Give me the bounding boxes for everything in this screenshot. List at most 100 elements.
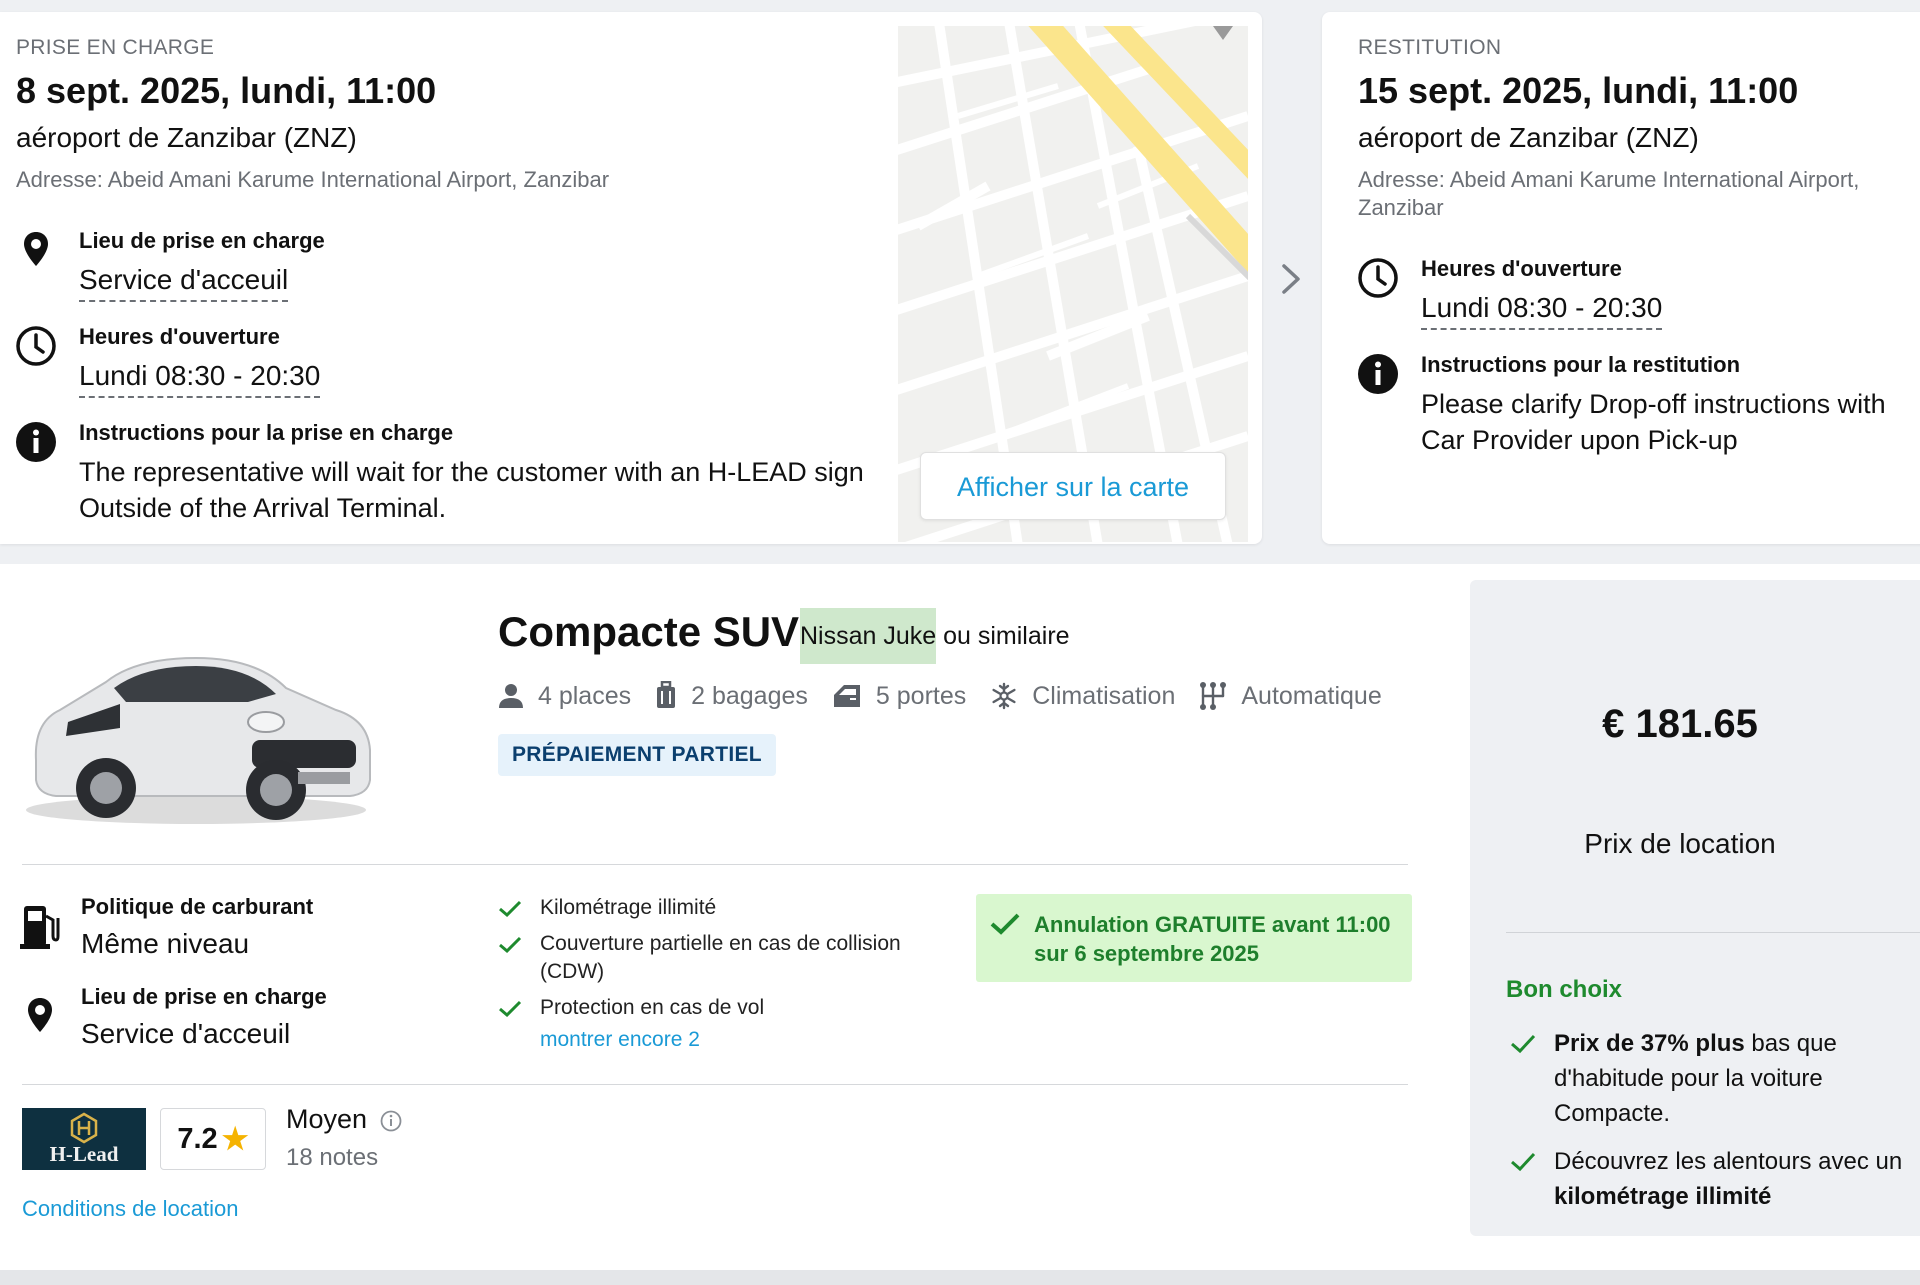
- pickup-instructions-row: Instructions pour la prise en charge The…: [16, 420, 876, 532]
- spec-bags: 2 bagages: [655, 681, 808, 711]
- return-hours-row: Heures d'ouverture Lundi 08:30 - 20:30: [1358, 256, 1920, 336]
- snowflake-icon: [992, 682, 1016, 710]
- spec-bags-label: 2 bagages: [691, 681, 808, 710]
- rating-value: 7.2: [177, 1122, 218, 1155]
- car-image: [26, 656, 371, 824]
- pickup-instructions-text: The representative will wait for the cus…: [79, 457, 864, 523]
- person-icon: [499, 684, 523, 708]
- return-card: RESTITUTION 15 sept. 2025, lundi, 11:00 …: [1322, 12, 1920, 544]
- check-icon: [990, 913, 1020, 935]
- clock-icon: [1358, 258, 1398, 298]
- fuel-policy-title: Politique de carburant: [81, 894, 314, 919]
- pickup-place-title: Lieu de prise en charge: [79, 228, 325, 253]
- check-icon: [1511, 1034, 1536, 1054]
- list-item: Protection en cas de vol: [498, 994, 928, 1022]
- gearbox-icon: [1200, 682, 1227, 710]
- offer-card: Compacte SUV Nissan Juke ou similaire 4 …: [0, 564, 1920, 1270]
- rental-price: € 181.65: [1602, 702, 1758, 746]
- luggage-icon: [657, 681, 676, 708]
- spec-transmission-label: Automatique: [1241, 681, 1382, 710]
- check-icon: [499, 936, 522, 954]
- inclusion-label: Kilométrage illimité: [540, 896, 717, 919]
- good-choice-point-bold: Prix de 37% plus: [1554, 1030, 1745, 1057]
- pickup-date: 8 sept. 2025, lundi, 11:00: [16, 70, 437, 111]
- spec-transmission: Automatique: [1199, 681, 1382, 711]
- car-specs: 4 places 2 bagages 5 portes Climatisatio…: [498, 676, 1406, 716]
- car-door-icon: [833, 685, 860, 707]
- good-choice-title: Bon choix: [1506, 976, 1623, 1003]
- return-address: Adresse: Abeid Amani Karume Internationa…: [1358, 167, 1860, 220]
- spec-doors: 5 portes: [832, 682, 966, 711]
- supplier-logo-text: H-Lead: [49, 1142, 119, 1166]
- fuel-policy-value: Même niveau: [81, 928, 250, 959]
- fuel-pump-icon: [20, 906, 60, 949]
- price-divider: [1506, 932, 1920, 933]
- pickup-hours-title: Heures d'ouverture: [79, 324, 280, 349]
- pickup-location: aéroport de Zanzibar (ZNZ): [16, 122, 357, 153]
- inclusion-label: Protection en cas de vol: [540, 996, 765, 1019]
- rating-score: 7.2 ★: [160, 1108, 266, 1170]
- chevron-right-icon[interactable]: [1278, 262, 1304, 296]
- rental-conditions-link[interactable]: Conditions de location: [22, 1196, 238, 1222]
- prepayment-badge: PRÉPAIEMENT PARTIEL: [498, 734, 776, 776]
- spec-doors-label: 5 portes: [875, 681, 967, 710]
- spec-seats: 4 places: [498, 682, 631, 711]
- spec-ac: Climatisation: [990, 682, 1175, 711]
- offer-place-value: Service d'acceuil: [81, 1018, 291, 1049]
- supplier-logo: H-Lead: [22, 1108, 146, 1170]
- inclusions-list: Kilométrage illimité Couverture partiell…: [498, 894, 928, 1030]
- rating-count: 18 notes: [286, 1144, 379, 1171]
- show-on-map-button[interactable]: Afficher sur la carte: [920, 452, 1226, 520]
- clock-icon: [16, 326, 56, 366]
- rental-price-label: Prix de location: [1584, 828, 1776, 859]
- spec-ac-label: Climatisation: [1032, 681, 1176, 710]
- pickup-address: Adresse: Abeid Amani Karume Internationa…: [16, 167, 610, 192]
- pickup-hours-value[interactable]: Lundi 08:30 - 20:30: [79, 360, 321, 398]
- good-choice-point: Prix de 37% plus bas que d'habitude pour…: [1506, 1026, 1916, 1131]
- good-choice-point-bold: kilométrage illimité: [1554, 1183, 1772, 1210]
- pickup-place-value[interactable]: Service d'acceuil: [79, 264, 289, 302]
- pickup-instructions-title: Instructions pour la prise en charge: [79, 420, 454, 445]
- return-hours-value[interactable]: Lundi 08:30 - 20:30: [1421, 292, 1663, 330]
- car-category: Compacte SUV: [498, 608, 800, 655]
- check-icon: [499, 1000, 522, 1018]
- good-choice-point-text: Découvrez les alentours avec un: [1554, 1148, 1903, 1175]
- offer-divider-bottom: [22, 1084, 1408, 1085]
- rental-offer-page: PRISE EN CHARGE 8 sept. 2025, lundi, 11:…: [0, 0, 1920, 1285]
- pickup-card: PRISE EN CHARGE 8 sept. 2025, lundi, 11:…: [0, 12, 1262, 544]
- location-pin-icon: [24, 232, 48, 266]
- pickup-hours-row: Heures d'ouverture Lundi 08:30 - 20:30: [16, 324, 876, 404]
- list-item: Couverture partielle en cas de collision…: [498, 930, 928, 986]
- return-date: 15 sept. 2025, lundi, 11:00: [1358, 70, 1799, 111]
- good-choice-point: Découvrez les alentours avec un kilométr…: [1506, 1144, 1916, 1214]
- star-icon: ★: [221, 1122, 249, 1156]
- offer-divider-top: [22, 864, 1408, 865]
- show-more-link[interactable]: montrer encore 2: [540, 1028, 700, 1052]
- bottom-strip: [0, 1270, 1920, 1285]
- price-panel: € 181.65 Prix de location Bon choix Prix…: [1470, 580, 1920, 1236]
- info-icon: [1358, 354, 1398, 394]
- return-hours-title: Heures d'ouverture: [1421, 256, 1622, 281]
- free-cancellation-notice: Annulation GRATUITE avant 11:00 sur 6 se…: [976, 894, 1412, 982]
- rating-label: Moyen: [286, 1104, 368, 1134]
- offer-place-title: Lieu de prise en charge: [81, 984, 327, 1009]
- check-icon: [1511, 1152, 1536, 1172]
- return-instructions-title: Instructions pour la restitution: [1421, 352, 1741, 377]
- pickup-place-row: Lieu de prise en charge Service d'acceui…: [16, 228, 876, 308]
- pickup-map[interactable]: Afficher sur la carte: [898, 26, 1248, 542]
- car-model-line: Nissan Juke ou similaire: [800, 608, 1070, 664]
- return-section-label: RESTITUTION: [1358, 36, 1502, 59]
- location-pin-icon: [28, 998, 52, 1032]
- return-instructions-text: Please clarify Drop-off instructions wit…: [1421, 389, 1886, 455]
- info-icon: [16, 422, 56, 462]
- inclusion-label: Couverture partielle en cas de collision…: [540, 932, 901, 983]
- check-icon: [499, 900, 522, 918]
- cancellation-text: Annulation GRATUITE avant 11:00 sur 6 se…: [1034, 912, 1391, 966]
- return-instructions-row: Instructions pour la restitution Please …: [1358, 352, 1920, 464]
- spec-seats-label: 4 places: [538, 681, 632, 710]
- pickup-section-label: PRISE EN CHARGE: [16, 36, 215, 59]
- car-model-suffix: ou similaire: [936, 622, 1070, 650]
- return-location: aéroport de Zanzibar (ZNZ): [1358, 122, 1699, 153]
- info-outline-icon[interactable]: [380, 1110, 402, 1132]
- car-model: Nissan Juke: [800, 608, 937, 664]
